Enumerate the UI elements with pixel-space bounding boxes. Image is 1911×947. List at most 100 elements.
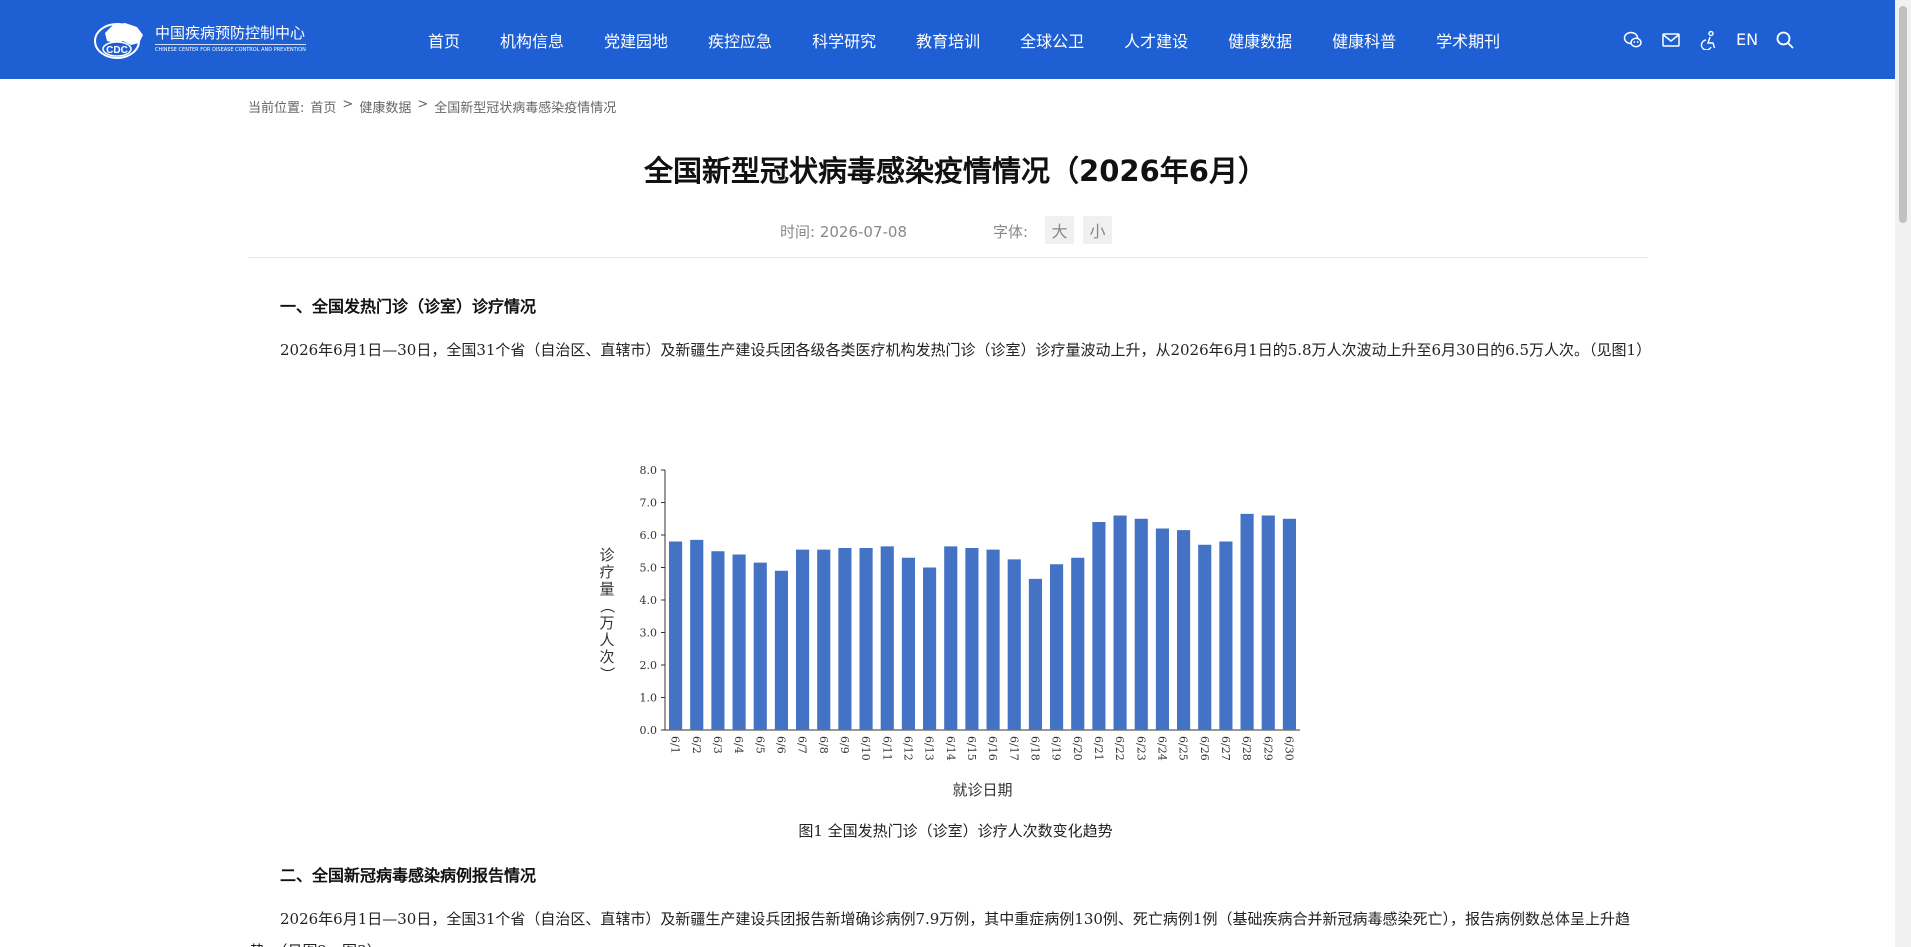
y-tick-label: 8.0	[640, 464, 658, 477]
bar-6-15	[965, 548, 979, 730]
nav-item-home[interactable]: 首页	[428, 28, 460, 52]
x-tick-label: 6/25	[1177, 736, 1190, 761]
nav-item-global-health[interactable]: 全球公卫	[1020, 28, 1084, 52]
x-tick-label: 6/9	[838, 736, 851, 754]
title-divider	[248, 257, 1648, 258]
bar-6-6	[774, 570, 788, 730]
bar-6-9	[838, 548, 852, 730]
bar-6-19	[1050, 564, 1064, 730]
font-size-label: 字体:	[993, 223, 1029, 241]
bar-6-14	[944, 546, 958, 730]
x-tick-label: 6/17	[1007, 736, 1020, 761]
bar-6-18	[1028, 578, 1042, 730]
wechat-icon[interactable]	[1622, 29, 1644, 51]
x-tick-label: 6/2	[690, 736, 703, 754]
font-size-large-button[interactable]: 大	[1045, 216, 1074, 244]
breadcrumb-section-link[interactable]: 健康数据	[359, 97, 411, 116]
bar-6-3	[711, 551, 725, 730]
y-tick-label: 3.0	[640, 627, 658, 640]
breadcrumb-home-link[interactable]: 首页	[310, 97, 336, 116]
bar-6-25	[1177, 530, 1191, 730]
logo-title-en: CHINESE CENTER FOR DISEASE CONTROL AND P…	[155, 44, 306, 54]
y-tick-label: 0.0	[640, 724, 658, 737]
x-tick-label: 6/21	[1092, 736, 1105, 761]
y-axis-label-char: 疗	[599, 563, 614, 581]
section2-heading: 二、全国新冠病毒感染病例报告情况	[280, 866, 537, 885]
y-axis-label-char: 万	[599, 614, 614, 632]
article-title: 全国新型冠状病毒感染疫情情况（2026年6月）	[644, 154, 1267, 188]
y-axis-label-char: 人	[599, 631, 614, 649]
bar-6-7	[796, 549, 810, 730]
x-tick-label: 6/11	[880, 736, 893, 761]
logo-title-cn: 中国疾病预防控制中心	[155, 24, 306, 42]
x-tick-label: 6/12	[901, 736, 914, 761]
bar-6-5	[753, 562, 767, 730]
x-axis-label: 就诊日期	[952, 781, 1012, 799]
x-tick-label: 6/7	[796, 736, 809, 754]
bar-6-11	[880, 546, 894, 730]
y-tick-label: 6.0	[640, 529, 658, 542]
breadcrumb-separator: >	[417, 97, 429, 112]
x-tick-label: 6/18	[1028, 736, 1041, 761]
x-tick-label: 6/16	[986, 736, 999, 761]
bar-6-22	[1113, 515, 1127, 730]
y-axis-label-char: ）	[598, 666, 616, 681]
nav-item-emergency[interactable]: 疾控应急	[708, 28, 772, 52]
nav-item-journals[interactable]: 学术期刊	[1436, 28, 1500, 52]
bar-6-13	[923, 567, 937, 730]
x-tick-label: 6/19	[1050, 736, 1063, 761]
nav-item-party-building[interactable]: 党建园地	[604, 28, 668, 52]
cdc-logo[interactable]: CDC 中国疾病预防控制中心 CHINESE CENTER FOR DISEAS…	[93, 14, 313, 64]
nav-item-organization[interactable]: 机构信息	[500, 28, 564, 52]
breadcrumb-prefix: 当前位置:	[248, 101, 305, 116]
y-tick-label: 4.0	[640, 594, 658, 607]
cdc-logo-icon: CDC	[94, 23, 143, 59]
page-scrollbar[interactable]	[1895, 0, 1911, 947]
bar-6-24	[1155, 528, 1169, 730]
bar-6-28	[1240, 513, 1254, 730]
x-tick-label: 6/20	[1071, 736, 1084, 761]
bar-6-17	[1007, 559, 1021, 730]
language-en-link[interactable]: EN	[1736, 30, 1758, 49]
nav-item-education[interactable]: 教育培训	[916, 28, 980, 52]
x-tick-label: 6/22	[1113, 736, 1126, 761]
bar-6-16	[986, 549, 1000, 730]
font-size-small-button[interactable]: 小	[1083, 216, 1112, 244]
bar-6-29	[1261, 515, 1275, 730]
y-axis-label-char: 次	[599, 648, 614, 666]
x-tick-label: 6/3	[711, 736, 724, 754]
x-tick-label: 6/28	[1240, 736, 1253, 761]
x-tick-label: 6/10	[859, 736, 872, 761]
bar-6-4	[732, 554, 746, 730]
y-tick-label: 7.0	[640, 497, 658, 510]
y-axis-label-char: （	[598, 598, 616, 613]
mail-icon[interactable]	[1660, 29, 1682, 51]
nav-item-talent[interactable]: 人才建设	[1124, 28, 1188, 52]
search-icon[interactable]	[1774, 29, 1796, 51]
bar-6-27	[1219, 541, 1233, 730]
x-tick-label: 6/15	[965, 736, 978, 761]
x-tick-label: 6/23	[1134, 736, 1147, 761]
bar-6-21	[1092, 522, 1106, 730]
y-tick-label: 5.0	[640, 562, 658, 575]
x-tick-label: 6/27	[1219, 736, 1232, 761]
scrollbar-thumb[interactable]	[1899, 6, 1907, 223]
section1-paragraph: 2026年6月1日—30日，全国31个省（自治区、直辖市）及新疆生产建设兵团各级…	[280, 341, 1652, 359]
x-tick-label: 6/26	[1198, 736, 1211, 761]
x-tick-label: 6/8	[817, 736, 830, 754]
x-tick-label: 6/14	[944, 736, 957, 761]
header-tools: EN	[1622, 0, 1812, 79]
bar-6-20	[1071, 557, 1085, 730]
figure1-bar-chart: 0.0 1.0 2.0 3.0 4.0 5.0 6.0 7.0 8.0 6/1 6/2 6/3 6/4 6…	[598, 464, 1300, 799]
nav-item-health-education[interactable]: 健康科普	[1332, 28, 1396, 52]
accessibility-icon[interactable]	[1698, 29, 1720, 51]
bar-6-12	[901, 557, 915, 730]
x-tick-label: 6/30	[1282, 736, 1295, 761]
nav-item-research[interactable]: 科学研究	[812, 28, 876, 52]
x-tick-label: 6/1	[669, 736, 682, 754]
article-meta: 时间: 2026-07-08 字体: 大 小	[0, 216, 1911, 246]
nav-item-health-data[interactable]: 健康数据	[1228, 28, 1292, 52]
figure1-caption: 图1 全国发热门诊（诊室）诊疗人次数变化趋势	[798, 822, 1113, 840]
bar-6-10	[859, 548, 873, 730]
bar-6-26	[1198, 544, 1212, 730]
